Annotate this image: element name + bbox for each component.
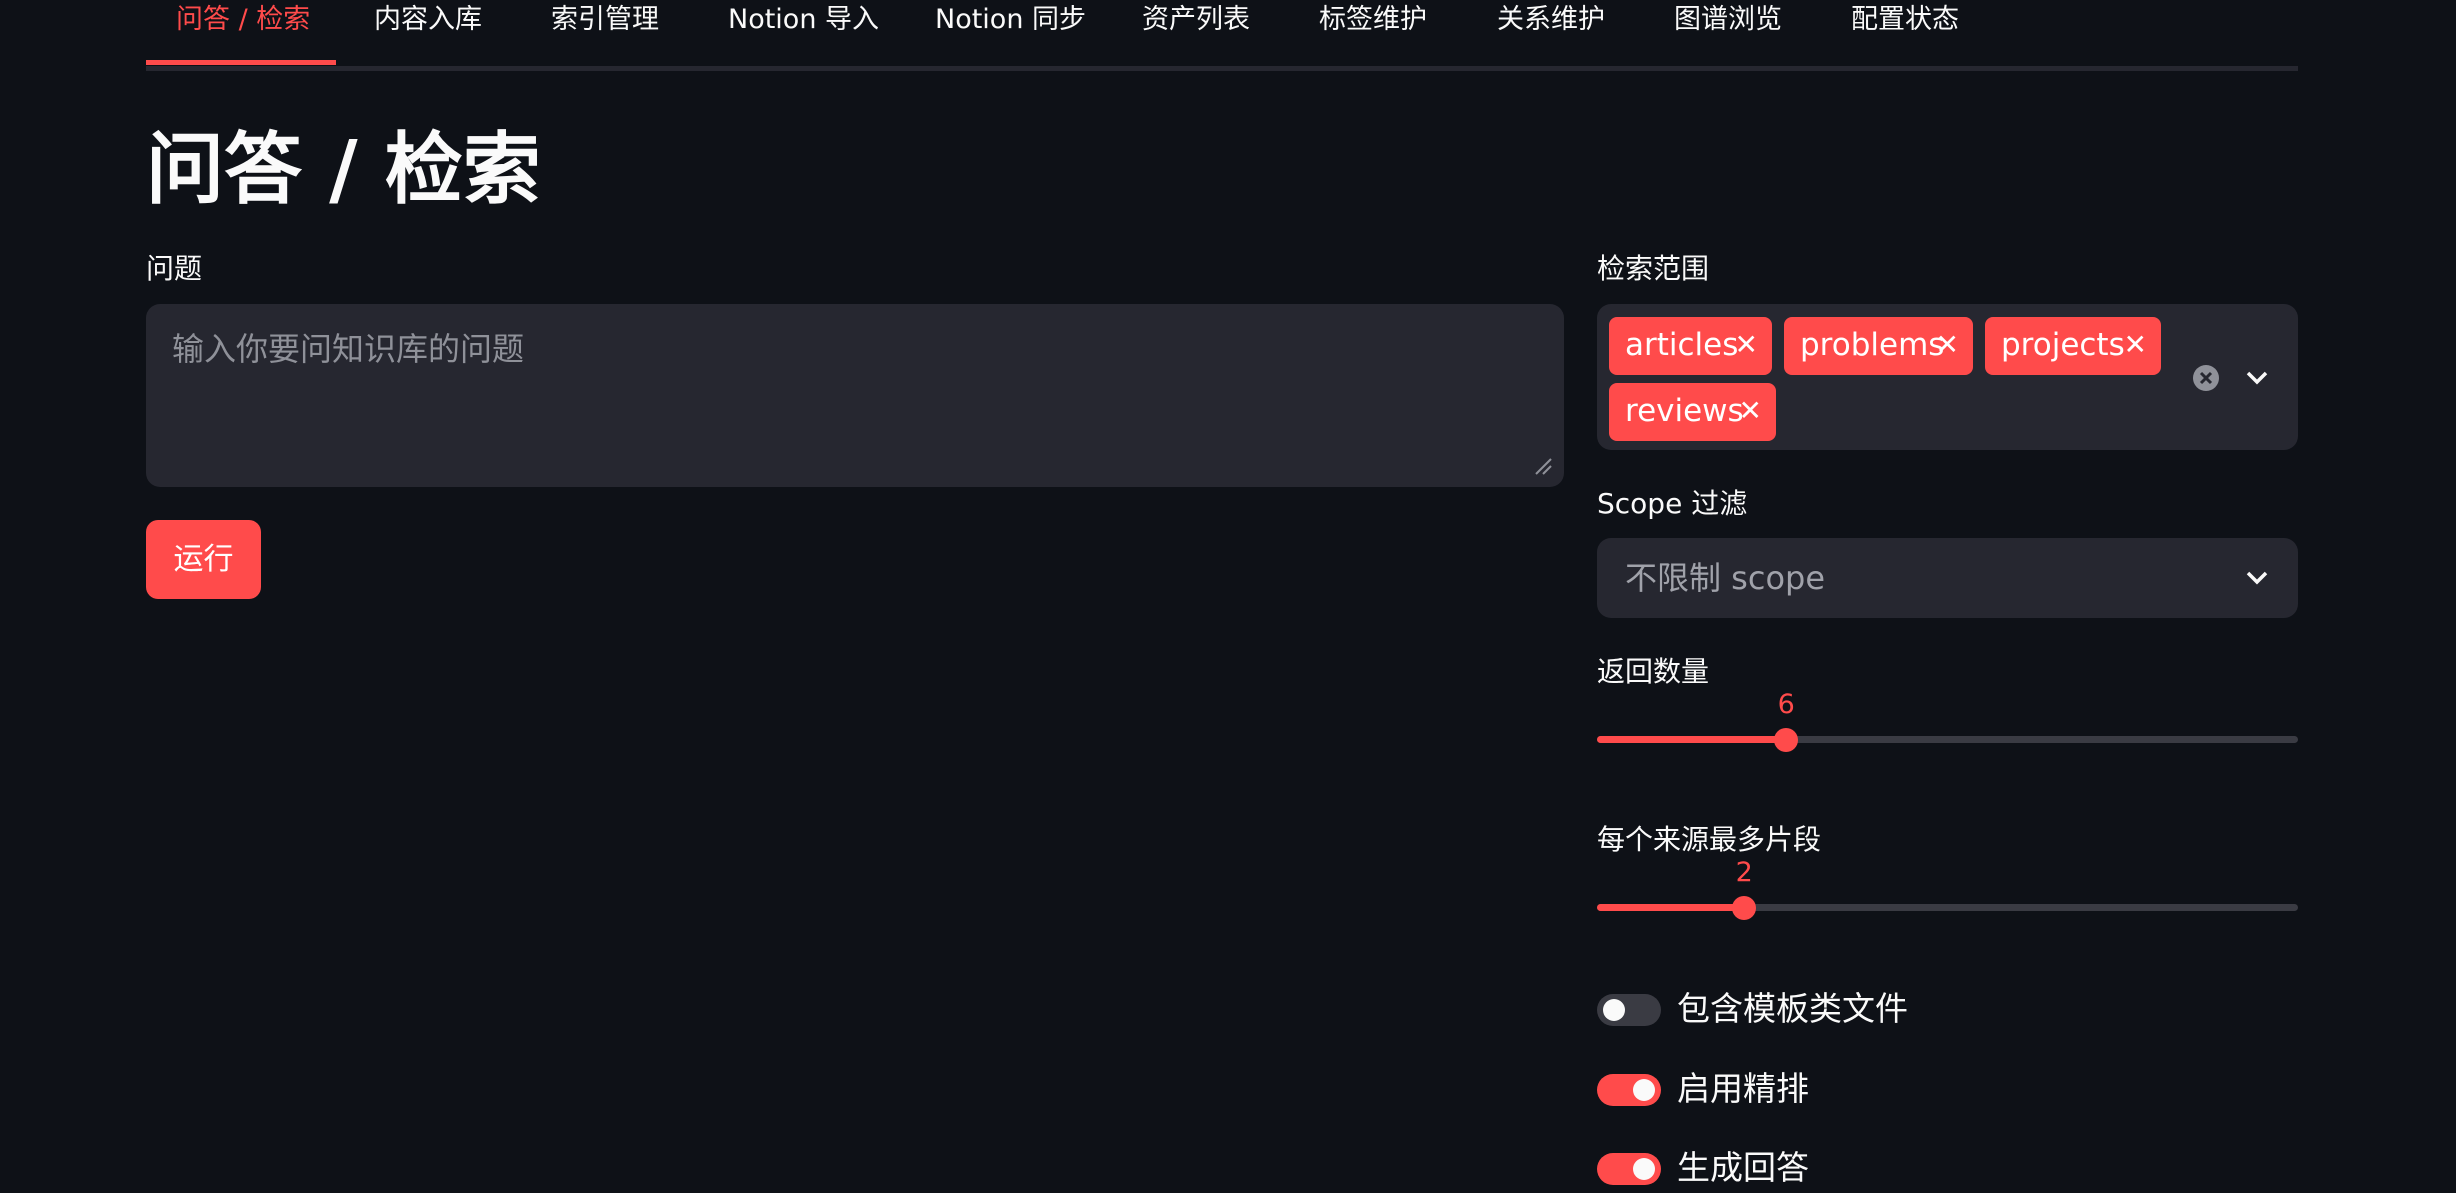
scope-filter-value: 不限制 scope: [1625, 559, 1826, 597]
question-label: 问题: [146, 252, 203, 285]
toggle-knob: [1633, 1158, 1655, 1180]
toggle-label: 生成回答: [1677, 1148, 1809, 1187]
toggle-label: 包含模板类文件: [1677, 989, 1908, 1028]
tab-config-status[interactable]: 配置状态: [1851, 0, 1959, 66]
chip-remove-icon[interactable]: ✕: [2124, 317, 2147, 373]
page-title: 问答 / 检索: [146, 125, 541, 215]
tab-content-ingest[interactable]: 内容入库: [374, 0, 482, 66]
tab-relation-maintenance[interactable]: 关系维护: [1497, 0, 1605, 66]
scope-chip-projects: projects ✕: [1985, 317, 2161, 375]
chip-label: projects: [2001, 327, 2125, 363]
tab-notion-sync[interactable]: Notion 同步: [935, 0, 1086, 66]
chevron-down-icon[interactable]: [2244, 368, 2270, 388]
search-scope-label: 检索范围: [1597, 252, 1710, 285]
max-chunks-slider[interactable]: 2: [1597, 857, 2298, 922]
chip-label: articles: [1625, 327, 1739, 363]
tab-notion-import[interactable]: Notion 导入: [728, 0, 879, 66]
run-button[interactable]: 运行: [146, 520, 261, 599]
slider-value: 6: [1777, 689, 1795, 720]
toggle-knob: [1633, 1079, 1655, 1101]
tab-bar: 问答 / 检索 内容入库 索引管理 Notion 导入 Notion 同步 资产…: [146, 0, 2298, 71]
scope-filter-label: Scope 过滤: [1597, 487, 1748, 520]
slider-fill: [1597, 736, 1787, 743]
scope-chip-problems: problems ✕: [1784, 317, 1973, 375]
enable-rerank-toggle[interactable]: [1597, 1074, 1661, 1106]
toggle-knob: [1603, 999, 1625, 1021]
tab-qa-search[interactable]: 问答 / 检索: [176, 0, 310, 66]
generate-answer-toggle[interactable]: [1597, 1153, 1661, 1185]
chip-label: problems: [1800, 327, 1945, 363]
resize-grip-icon[interactable]: [1534, 457, 1552, 475]
scope-chip-reviews: reviews ✕: [1609, 383, 1776, 441]
question-textarea[interactable]: 输入你要问知识库的问题: [146, 304, 1564, 487]
chip-remove-icon[interactable]: ✕: [1735, 317, 1758, 373]
slider-thumb[interactable]: [1732, 896, 1757, 920]
return-count-slider[interactable]: 6: [1597, 689, 2298, 754]
tab-index-management[interactable]: 索引管理: [551, 0, 659, 66]
chip-remove-icon[interactable]: ✕: [1739, 383, 1762, 439]
chip-remove-icon[interactable]: ✕: [1936, 317, 1959, 373]
tab-graph-browse[interactable]: 图谱浏览: [1674, 0, 1782, 66]
scope-filter-select[interactable]: 不限制 scope: [1597, 538, 2298, 618]
search-scope-multiselect[interactable]: articles ✕ problems ✕ projects ✕ reviews ✕: [1597, 304, 2298, 450]
clear-all-icon[interactable]: [2192, 364, 2220, 392]
question-placeholder: 输入你要问知识库的问题: [172, 330, 525, 368]
slider-fill: [1597, 904, 1745, 911]
scope-chip-articles: articles ✕: [1609, 317, 1772, 375]
slider-thumb[interactable]: [1774, 728, 1799, 752]
toggle-label: 启用精排: [1677, 1069, 1809, 1108]
slider-value: 2: [1735, 857, 1753, 888]
max-chunks-label: 每个来源最多片段: [1597, 823, 1822, 856]
tab-tag-maintenance[interactable]: 标签维护: [1319, 0, 1427, 66]
active-tab-indicator: [146, 60, 336, 65]
chevron-down-icon[interactable]: [2244, 568, 2270, 588]
chip-label: reviews: [1625, 393, 1744, 429]
return-count-label: 返回数量: [1597, 655, 1710, 688]
tab-asset-list[interactable]: 资产列表: [1142, 0, 1250, 66]
include-templates-toggle[interactable]: [1597, 994, 1661, 1026]
